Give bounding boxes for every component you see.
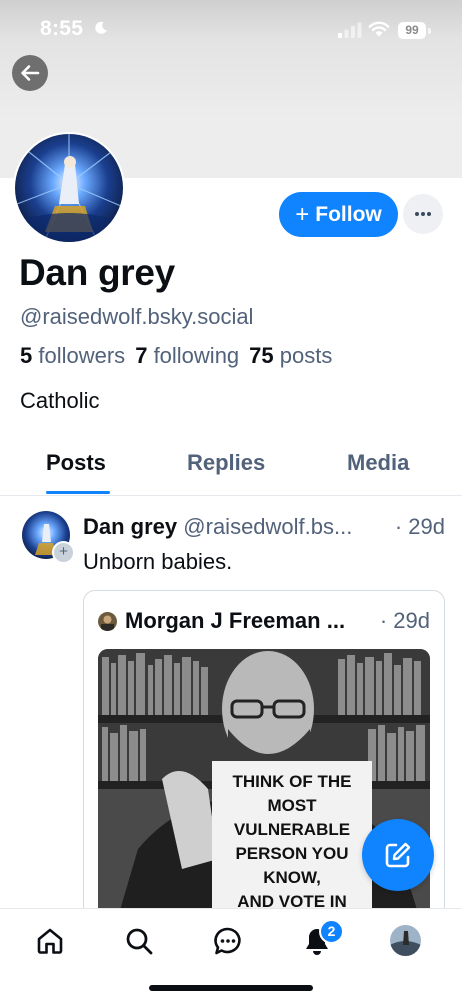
plus-icon: + [295, 200, 310, 228]
active-tab-indicator [46, 491, 110, 494]
profile-avatar [390, 925, 421, 956]
quoted-post[interactable]: Morgan J Freeman ... · 29d THINK OF THE … [83, 590, 445, 952]
profile-bio: Catholic [20, 388, 100, 413]
sign-line-1: THINK OF THE [233, 772, 352, 791]
post-author-handle[interactable]: @raisedwolf.bs... [183, 514, 352, 539]
photo-image: THINK OF THE MOST VULNERABLE PERSON YOU … [98, 649, 430, 951]
search-icon [126, 928, 153, 955]
following-count: 7 [135, 343, 148, 368]
sign-line-3: VULNERABLE [234, 820, 350, 839]
compose-icon [385, 842, 411, 868]
tab-media[interactable]: Media [347, 450, 409, 476]
follow-button[interactable]: + Follow [279, 192, 398, 237]
followers-label: followers [38, 343, 126, 368]
ellipsis-icon [415, 212, 431, 216]
post-header: Dan grey @raisedwolf.bs... · 29d [83, 514, 445, 540]
moon-icon [95, 21, 107, 34]
battery-icon: 99 [398, 22, 432, 39]
following-link[interactable]: 7 following [135, 343, 239, 368]
wifi-icon [368, 21, 390, 37]
sign-line-5: KNOW, [263, 868, 321, 887]
more-options-button[interactable] [403, 194, 443, 234]
profile-handle: @raisedwolf.bsky.social [20, 304, 254, 329]
home-indicator [149, 985, 313, 991]
home-icon [37, 928, 63, 954]
status-time: 8:55 [40, 17, 84, 40]
posts-count: 75 [249, 343, 274, 368]
back-button[interactable] [12, 55, 48, 91]
battery-level: 99 [398, 22, 426, 39]
nav-search[interactable] [123, 925, 155, 957]
profile-display-name: Dan grey [19, 252, 175, 293]
sign-line-2: MOST [267, 796, 317, 815]
sign-line-4: PERSON YOU [235, 844, 348, 863]
compose-button[interactable] [362, 819, 434, 891]
nav-home[interactable] [34, 925, 66, 957]
notification-badge: 2 [319, 919, 344, 944]
signal-icon [338, 22, 362, 38]
posts-label: posts [279, 343, 333, 368]
profile-stats: 5 followers 7 following 75 posts [20, 343, 332, 369]
quoted-post-time: · 29d [379, 608, 430, 633]
tab-replies[interactable]: Replies [187, 450, 265, 476]
quoted-author-name: Morgan J Freeman ... [125, 608, 346, 633]
follow-label: Follow [315, 202, 382, 226]
post-time: · 29d [394, 514, 445, 539]
followers-link[interactable]: 5 followers [20, 343, 125, 368]
battery-cap [428, 28, 431, 34]
quoted-post-image[interactable]: THINK OF THE MOST VULNERABLE PERSON YOU … [98, 649, 430, 951]
followers-count: 5 [20, 343, 33, 368]
profile-avatar[interactable] [13, 132, 125, 244]
post-author-name[interactable]: Dan grey [83, 514, 177, 539]
follow-plus-badge[interactable]: + [52, 541, 75, 564]
posts-stat: 75 posts [249, 343, 332, 368]
quoted-author-avatar [98, 612, 117, 631]
bottom-nav: 2 [0, 908, 462, 1001]
arrow-left-icon [21, 65, 40, 81]
nav-chat[interactable] [212, 925, 244, 957]
chat-icon [214, 927, 241, 955]
post-text: Unborn babies. [83, 549, 233, 574]
following-label: following [153, 343, 240, 368]
nav-profile-avatar[interactable] [390, 925, 421, 956]
profile-tabs: Posts Replies Media [0, 440, 462, 496]
status-bar: 8:55 99 [0, 0, 462, 60]
avatar-image [98, 612, 117, 631]
avatar-image [15, 134, 123, 242]
tab-posts[interactable]: Posts [46, 450, 106, 476]
